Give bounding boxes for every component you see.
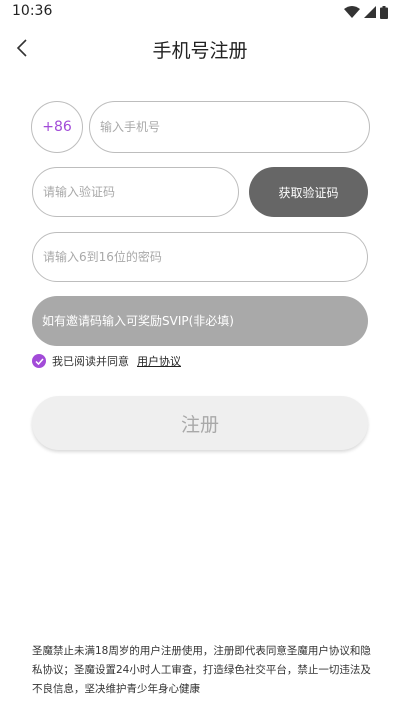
wifi-icon (344, 6, 360, 18)
password-input[interactable] (43, 250, 367, 264)
get-code-button[interactable]: 获取验证码 (249, 167, 368, 217)
country-code-selector[interactable]: +86 (31, 101, 83, 153)
verification-code-field[interactable] (32, 167, 239, 217)
agree-checkbox[interactable] (32, 354, 46, 368)
check-icon (34, 357, 44, 365)
password-field[interactable] (32, 232, 368, 282)
phone-field[interactable] (89, 101, 370, 153)
page-title: 手机号注册 (152, 40, 248, 62)
agreement-row: 我已阅读并同意 用户协议 (32, 353, 181, 369)
status-bar: 10:36 (0, 0, 400, 24)
header: 手机号注册 (0, 28, 400, 68)
agree-text: 我已阅读并同意 (52, 355, 129, 368)
invite-code-input[interactable] (42, 314, 368, 328)
invite-code-field[interactable] (32, 296, 368, 346)
disclaimer-text: 圣魔禁止未满18周岁的用户注册使用，注册即代表同意圣魔用户协议和隐私协议；圣魔设… (32, 645, 371, 695)
battery-icon (380, 5, 388, 19)
signal-icon (364, 6, 376, 18)
status-time: 10:36 (12, 3, 53, 19)
user-agreement-link[interactable]: 用户协议 (137, 353, 181, 369)
phone-input[interactable] (100, 120, 369, 134)
register-button[interactable]: 注册 (32, 396, 368, 450)
status-icons (344, 5, 388, 19)
verification-code-input[interactable] (43, 185, 238, 199)
